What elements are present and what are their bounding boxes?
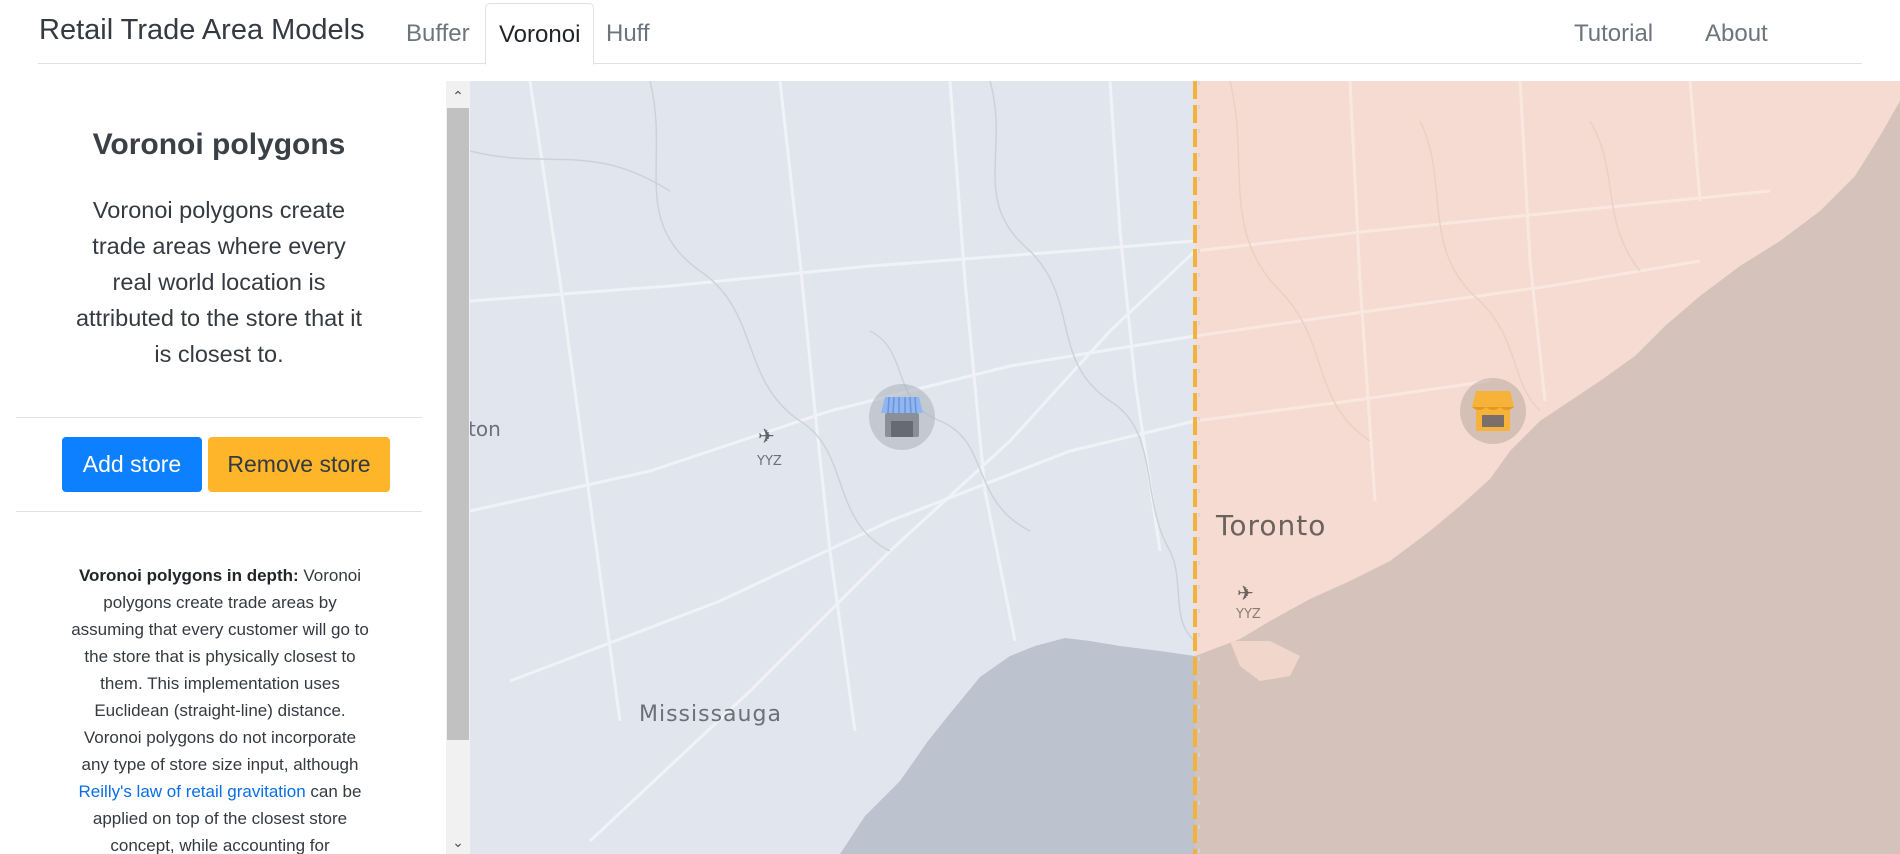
app-brand[interactable]: Retail Trade Area Models	[39, 14, 365, 47]
navbar-inner: Retail Trade Area Models Buffer Voronoi …	[38, 0, 1862, 65]
tab-huff[interactable]: Huff	[593, 3, 663, 65]
airport-icon: ✈	[1237, 583, 1254, 605]
scrollbar-thumb[interactable]	[447, 108, 469, 740]
sidebar-title: Voronoi polygons	[92, 128, 346, 161]
map-canvas[interactable]	[470, 81, 1900, 854]
divider	[16, 511, 422, 512]
sidebar-lead: Voronoi polygons create trade areas wher…	[75, 197, 363, 367]
map-label-yyz: YYZ	[1236, 607, 1261, 622]
map-label-toronto: Toronto	[1216, 509, 1327, 542]
nav-link-about[interactable]: About	[1692, 3, 1781, 65]
tab-buffer[interactable]: Buffer	[393, 3, 483, 65]
sidebar-panel: Voronoi polygons Voronoi polygons create…	[0, 81, 446, 854]
airport-icon: ✈	[758, 426, 775, 448]
map-label-mississauga: Mississauga	[639, 702, 782, 727]
depth-description: Voronoi polygons in depth: Voronoi polyg…	[70, 562, 370, 854]
map-label-yyz: YYZ	[757, 454, 782, 469]
store-icon-orange[interactable]	[1458, 375, 1528, 445]
remove-store-button[interactable]: Remove store	[208, 437, 390, 492]
nav-link-tutorial[interactable]: Tutorial	[1561, 3, 1666, 65]
divider	[16, 417, 422, 418]
navbar: Retail Trade Area Models Buffer Voronoi …	[0, 0, 1900, 81]
map-view[interactable]: ton Mississauga Toronto ✈ YYZ ✈ YYZ	[470, 81, 1900, 854]
depth-text: Voronoi polygons create trade areas by a…	[71, 566, 369, 774]
scroll-up-icon[interactable]: ⌃	[446, 84, 470, 108]
add-store-button[interactable]: Add store	[62, 437, 202, 492]
reilly-law-link[interactable]: Reilly's law of retail gravitation	[79, 782, 306, 801]
tab-voronoi[interactable]: Voronoi	[485, 3, 595, 65]
map-label-brampton: ton	[470, 417, 501, 441]
sidebar-scrollbar[interactable]: ⌃ ⌄	[446, 81, 470, 854]
scroll-down-icon[interactable]: ⌄	[446, 830, 470, 854]
store-icon-blue[interactable]	[867, 381, 937, 451]
depth-heading: Voronoi polygons in depth:	[78, 566, 299, 585]
